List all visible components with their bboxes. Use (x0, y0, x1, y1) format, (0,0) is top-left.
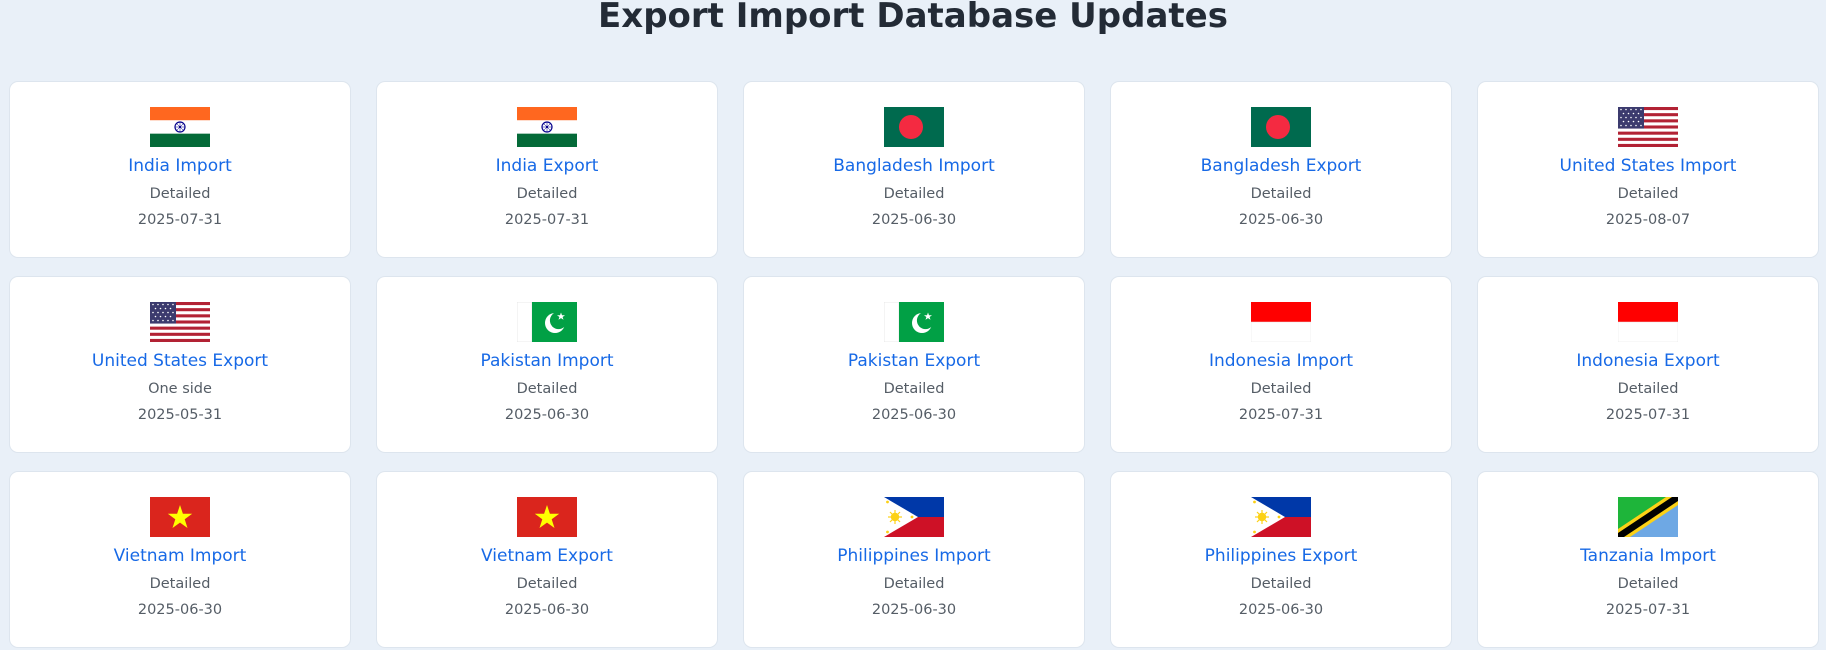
database-card[interactable]: Indonesia Import Detailed 2025-07-31 (1110, 276, 1452, 453)
database-card[interactable]: Bangladesh Export Detailed 2025-06-30 (1110, 81, 1452, 258)
card-data-type: Detailed (1250, 381, 1312, 397)
database-card-grid: India Import Detailed 2025-07-31 India Expo… (9, 81, 1819, 648)
card-data-type: Detailed (883, 381, 945, 397)
indonesia-flag-icon (1251, 302, 1311, 342)
vietnam-flag-icon (150, 497, 210, 537)
indonesia-flag-icon (1618, 302, 1678, 342)
card-update-date: 2025-06-30 (504, 407, 590, 423)
card-title-link[interactable]: Tanzania Import (1580, 546, 1716, 566)
card-update-date: 2025-07-31 (504, 212, 590, 228)
database-card[interactable]: Pakistan Import Detailed 2025-06-30 (376, 276, 718, 453)
pakistan-flag-icon (884, 302, 944, 342)
card-title-link[interactable]: India Export (496, 156, 599, 176)
database-card[interactable]: India Import Detailed 2025-07-31 (9, 81, 351, 258)
card-title-link[interactable]: Bangladesh Export (1201, 156, 1362, 176)
philippines-flag-icon (884, 497, 944, 537)
database-card[interactable]: United States Export One side 2025-05-31 (9, 276, 351, 453)
card-title-link[interactable]: Philippines Import (837, 546, 990, 566)
card-title-link[interactable]: Indonesia Export (1576, 351, 1719, 371)
card-data-type: Detailed (516, 186, 578, 202)
card-update-date: 2025-06-30 (137, 602, 223, 618)
card-data-type: One side (148, 381, 212, 397)
card-update-date: 2025-06-30 (504, 602, 590, 618)
card-update-date: 2025-06-30 (871, 212, 957, 228)
card-data-type: Detailed (1250, 186, 1312, 202)
page-title: Export Import Database Updates (598, 0, 1228, 36)
card-update-date: 2025-08-07 (1605, 212, 1691, 228)
database-card[interactable]: United States Import Detailed 2025-08-07 (1477, 81, 1819, 258)
card-title-link[interactable]: Vietnam Import (114, 546, 247, 566)
card-title-link[interactable]: Pakistan Export (848, 351, 980, 371)
card-update-date: 2025-07-31 (1605, 602, 1691, 618)
card-data-type: Detailed (1617, 381, 1679, 397)
card-data-type: Detailed (1617, 576, 1679, 592)
database-card[interactable]: Vietnam Import Detailed 2025-06-30 (9, 471, 351, 648)
card-data-type: Detailed (1250, 576, 1312, 592)
india-flag-icon (150, 107, 210, 147)
card-update-date: 2025-06-30 (1238, 212, 1324, 228)
bangladesh-flag-icon (884, 107, 944, 147)
card-data-type: Detailed (516, 381, 578, 397)
database-card[interactable]: Pakistan Export Detailed 2025-06-30 (743, 276, 1085, 453)
pakistan-flag-icon (517, 302, 577, 342)
card-title-link[interactable]: Indonesia Import (1209, 351, 1353, 371)
database-card[interactable]: Philippines Import Detailed 2025-06-30 (743, 471, 1085, 648)
card-update-date: 2025-06-30 (871, 407, 957, 423)
bangladesh-flag-icon (1251, 107, 1311, 147)
database-card[interactable]: India Export Detailed 2025-07-31 (376, 81, 718, 258)
card-title-link[interactable]: Pakistan Import (480, 351, 613, 371)
card-title-link[interactable]: Bangladesh Import (833, 156, 995, 176)
database-card[interactable]: Philippines Export Detailed 2025-06-30 (1110, 471, 1452, 648)
database-card[interactable]: Vietnam Export Detailed 2025-06-30 (376, 471, 718, 648)
card-title-link[interactable]: United States Export (92, 351, 268, 371)
card-title-link[interactable]: India Import (128, 156, 232, 176)
card-title-link[interactable]: Vietnam Export (481, 546, 613, 566)
database-card[interactable]: Bangladesh Import Detailed 2025-06-30 (743, 81, 1085, 258)
card-data-type: Detailed (1617, 186, 1679, 202)
usa-flag-icon (150, 302, 210, 342)
card-update-date: 2025-06-30 (1238, 602, 1324, 618)
database-card[interactable]: Indonesia Export Detailed 2025-07-31 (1477, 276, 1819, 453)
card-data-type: Detailed (149, 576, 211, 592)
card-data-type: Detailed (883, 186, 945, 202)
card-update-date: 2025-07-31 (1238, 407, 1324, 423)
card-update-date: 2025-07-31 (137, 212, 223, 228)
card-data-type: Detailed (516, 576, 578, 592)
card-update-date: 2025-06-30 (871, 602, 957, 618)
philippines-flag-icon (1251, 497, 1311, 537)
database-card[interactable]: Tanzania Import Detailed 2025-07-31 (1477, 471, 1819, 648)
card-title-link[interactable]: Philippines Export (1205, 546, 1358, 566)
vietnam-flag-icon (517, 497, 577, 537)
card-data-type: Detailed (883, 576, 945, 592)
card-update-date: 2025-07-31 (1605, 407, 1691, 423)
tanzania-flag-icon (1618, 497, 1678, 537)
card-title-link[interactable]: United States Import (1560, 156, 1737, 176)
usa-flag-icon (1618, 107, 1678, 147)
india-flag-icon (517, 107, 577, 147)
card-data-type: Detailed (149, 186, 211, 202)
card-update-date: 2025-05-31 (137, 407, 223, 423)
